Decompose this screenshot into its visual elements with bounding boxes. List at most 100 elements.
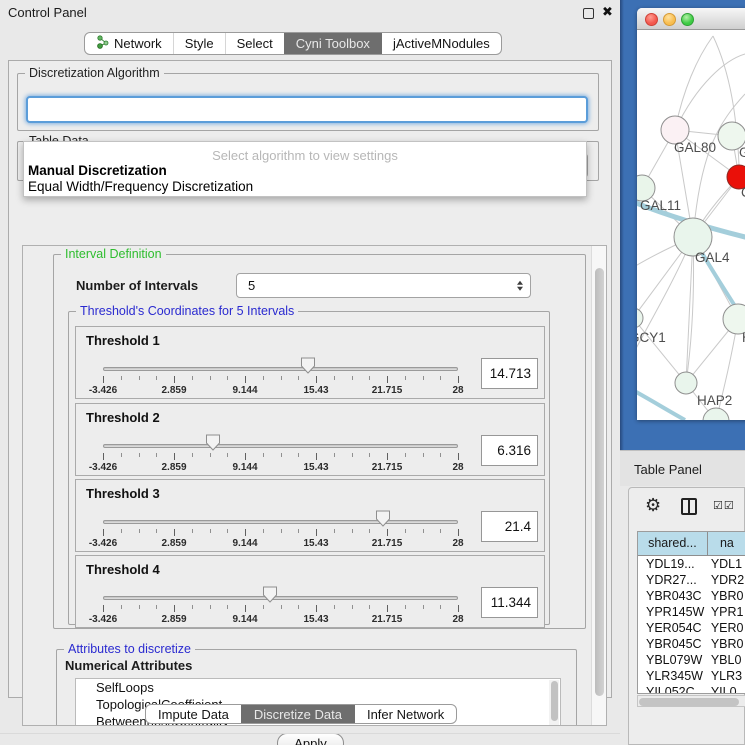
table-cell[interactable]: YPR145W bbox=[638, 604, 708, 620]
table-cell[interactable]: YBL0 bbox=[708, 652, 745, 668]
tick-label: 2.859 bbox=[161, 538, 186, 549]
dropdown-option-equal-width[interactable]: Equal Width/Frequency Discretization bbox=[28, 179, 253, 194]
tick-mark bbox=[405, 453, 406, 457]
table-cell[interactable]: YDR2 bbox=[708, 572, 745, 588]
slider-track[interactable] bbox=[103, 596, 458, 600]
slider-track[interactable] bbox=[103, 520, 458, 524]
threshold-panel-3: Threshold 3 -3.4262.8599.14415.4321.7152… bbox=[75, 479, 545, 552]
algorithm-combo[interactable] bbox=[26, 96, 588, 123]
table-cell[interactable]: YLR345W bbox=[638, 668, 708, 684]
table-row[interactable]: YBR043CYBR0 bbox=[638, 588, 745, 604]
tab-network[interactable]: Network bbox=[85, 33, 173, 54]
table-cell[interactable]: YIL0 bbox=[708, 684, 745, 694]
network-window-titlebar[interactable] bbox=[637, 8, 745, 30]
apply-button[interactable]: Apply bbox=[277, 733, 344, 745]
tick-label: 28 bbox=[452, 614, 463, 625]
table-row[interactable]: YLR345WYLR3 bbox=[638, 668, 745, 684]
tab-select[interactable]: Select bbox=[225, 33, 284, 54]
minimize-traffic-light[interactable] bbox=[663, 13, 676, 26]
threshold-2-value-field[interactable]: 6.316 bbox=[481, 435, 538, 466]
dropdown-option-manual[interactable]: Manual Discretization bbox=[28, 163, 167, 178]
tick-label: 15.43 bbox=[303, 385, 328, 396]
table-row[interactable]: YDR27...YDR2 bbox=[638, 572, 745, 588]
numerical-attributes-label: Numerical Attributes bbox=[65, 658, 192, 673]
slider-thumb[interactable] bbox=[375, 510, 391, 530]
table-cell[interactable]: YBR043C bbox=[638, 588, 708, 604]
table-hscrollbar[interactable] bbox=[637, 695, 745, 707]
zoom-traffic-light[interactable] bbox=[681, 13, 694, 26]
table-cell[interactable]: YPR1 bbox=[708, 604, 745, 620]
network-canvas[interactable]: GAL80G.CGAL11GAL4GCY1HHAP2 bbox=[637, 30, 745, 420]
tick-mark bbox=[369, 376, 370, 380]
tick-mark bbox=[192, 605, 193, 609]
node-label: GAL80 bbox=[674, 140, 716, 155]
tick-label: -3.426 bbox=[89, 462, 117, 473]
table-row[interactable]: YBL079WYBL0 bbox=[638, 652, 745, 668]
tick-mark bbox=[121, 529, 122, 533]
threshold-3-value-field[interactable]: 21.4 bbox=[481, 511, 538, 542]
tick-mark bbox=[227, 605, 228, 609]
settings-scrollbar[interactable] bbox=[591, 246, 606, 725]
table-cell[interactable]: YLR3 bbox=[708, 668, 745, 684]
tab-style[interactable]: Style bbox=[173, 33, 225, 54]
slider-track[interactable] bbox=[103, 367, 458, 371]
tick-mark bbox=[440, 605, 441, 609]
num-intervals-label: Number of Intervals bbox=[76, 278, 198, 293]
tick-mark bbox=[387, 529, 388, 536]
table-cell[interactable]: YBR045C bbox=[638, 636, 708, 652]
tab-jactivemnodules-label: jActiveMNodules bbox=[393, 36, 490, 51]
network-node[interactable] bbox=[675, 372, 697, 394]
tick-mark bbox=[369, 529, 370, 533]
columns-icon[interactable] bbox=[681, 498, 697, 515]
tab-impute-data[interactable]: Impute Data bbox=[146, 705, 241, 723]
tick-mark bbox=[423, 453, 424, 457]
threshold-4-value-field[interactable]: 11.344 bbox=[481, 587, 538, 618]
table-cell[interactable]: YBL079W bbox=[638, 652, 708, 668]
tick-mark bbox=[103, 453, 104, 460]
table-cell[interactable]: YER0 bbox=[708, 620, 745, 636]
table-cell[interactable]: YBR0 bbox=[708, 636, 745, 652]
table-cell[interactable]: YIL052C bbox=[638, 684, 708, 694]
table-row[interactable]: YER054CYER0 bbox=[638, 620, 745, 636]
tab-impute-data-label: Impute Data bbox=[158, 707, 229, 722]
network-node[interactable] bbox=[637, 308, 643, 328]
threshold-4-slider: -3.4262.8599.14415.4321.71528 bbox=[103, 556, 458, 629]
threshold-panel-2: Threshold 2 -3.4262.8599.14415.4321.7152… bbox=[75, 403, 545, 476]
table-cell[interactable]: YDR27... bbox=[638, 572, 708, 588]
tick-mark bbox=[281, 529, 282, 533]
tick-mark bbox=[405, 605, 406, 609]
node-label: C bbox=[741, 185, 745, 200]
tick-mark bbox=[334, 605, 335, 609]
tab-infer-network[interactable]: Infer Network bbox=[354, 705, 456, 723]
tick-mark bbox=[174, 605, 175, 612]
table-row[interactable]: YIL052CYIL0 bbox=[638, 684, 745, 694]
column-header-name[interactable]: na bbox=[708, 532, 745, 556]
tab-discretize-data[interactable]: Discretize Data bbox=[241, 705, 354, 723]
column-header-shared-name[interactable]: shared... bbox=[638, 532, 708, 556]
table-row[interactable]: YPR145WYPR1 bbox=[638, 604, 745, 620]
close-traffic-light[interactable] bbox=[645, 13, 658, 26]
slider-track[interactable] bbox=[103, 444, 458, 448]
slider-thumb[interactable] bbox=[300, 357, 316, 377]
num-intervals-combo[interactable]: 5 bbox=[236, 273, 531, 298]
table-cell[interactable]: YBR0 bbox=[708, 588, 745, 604]
float-window-icon[interactable] bbox=[583, 8, 594, 19]
attributes-scrollbar[interactable] bbox=[549, 680, 559, 726]
tick-mark bbox=[387, 605, 388, 612]
attribute-list-item[interactable]: SelfLoops bbox=[76, 679, 560, 696]
table-row[interactable]: YDL19...YDL1 bbox=[638, 556, 745, 572]
threshold-1-value-field[interactable]: 14.713 bbox=[481, 358, 538, 389]
select-columns-icon[interactable]: ☑☑ bbox=[713, 499, 735, 512]
table-cell[interactable]: YER054C bbox=[638, 620, 708, 636]
slider-thumb[interactable] bbox=[205, 434, 221, 454]
gear-icon[interactable]: ⚙ bbox=[645, 496, 661, 514]
tab-cyni-toolbox[interactable]: Cyni Toolbox bbox=[284, 33, 381, 54]
settings-scrollbar-thumb[interactable] bbox=[595, 268, 604, 696]
tick-label: 9.144 bbox=[232, 462, 257, 473]
close-icon[interactable]: ✖ bbox=[602, 4, 613, 20]
table-cell[interactable]: YDL19... bbox=[638, 556, 708, 572]
table-cell[interactable]: YDL1 bbox=[708, 556, 745, 572]
table-row[interactable]: YBR045CYBR0 bbox=[638, 636, 745, 652]
tab-jactivemnodules[interactable]: jActiveMNodules bbox=[381, 33, 501, 54]
slider-thumb[interactable] bbox=[262, 586, 278, 606]
